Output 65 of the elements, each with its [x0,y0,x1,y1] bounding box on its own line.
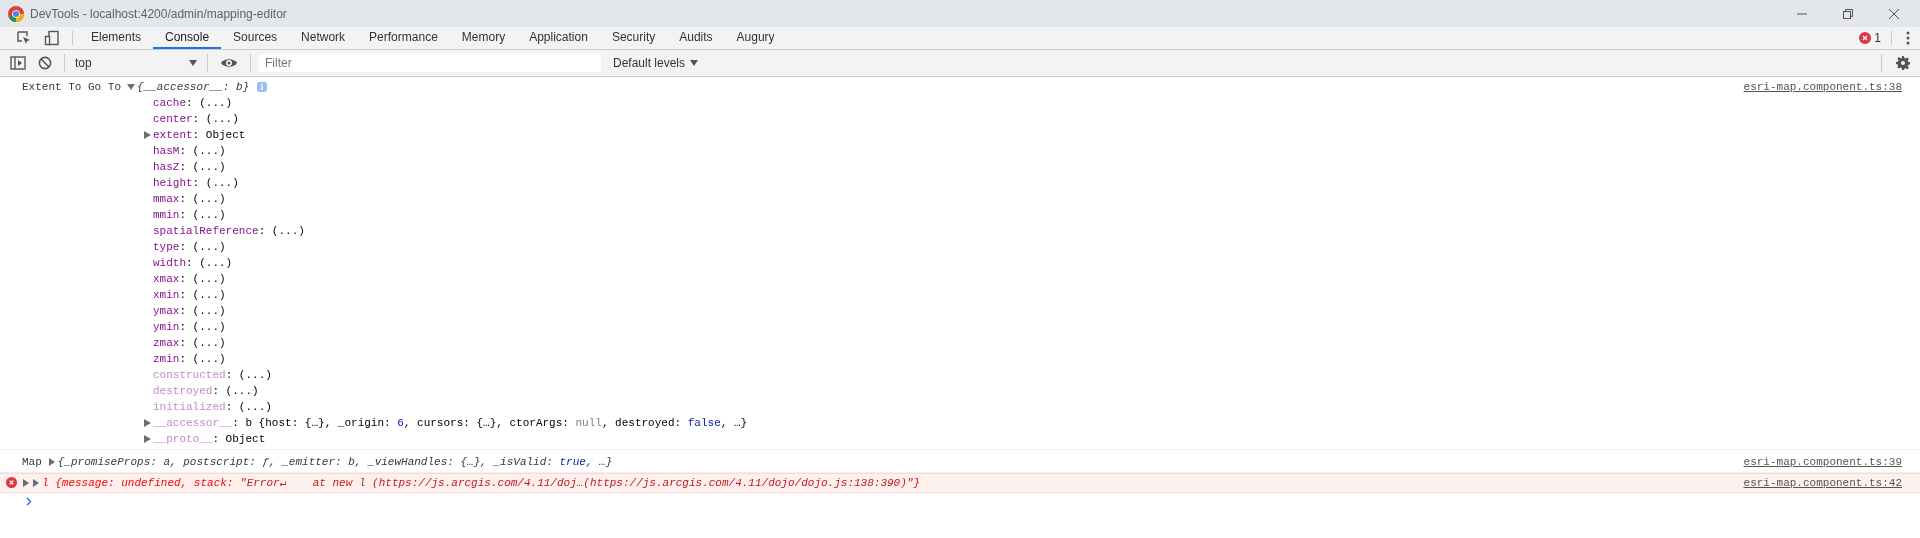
log-levels-dropdown[interactable]: Default levels [607,50,705,76]
object-property: height: (...) [153,176,239,191]
panel-tab[interactable]: Performance [357,27,450,49]
object-property: cache: (...) [153,96,233,111]
console-message-label: Extent To Go To [22,80,122,95]
object-property: hasM: (...) [153,144,226,159]
object-property: spatialReference: (...) [153,224,305,239]
sidebar-toggle-icon[interactable] [10,56,26,70]
clear-console-icon[interactable] [38,56,52,70]
panel-tab[interactable]: Sources [221,27,290,49]
object-property: zmax: (...) [153,336,226,351]
object-property: hasZ: (...) [153,160,226,175]
object-property: xmax: (...) [153,272,226,287]
expand-triangle-icon[interactable] [32,479,40,487]
expand-triangle-icon[interactable] [22,479,30,487]
panel-tab[interactable]: Network [289,27,358,49]
error-icon [1859,32,1872,44]
source-link[interactable]: esri-map.component.ts:38 [1743,79,1920,447]
panel-tab[interactable]: Application [517,27,600,49]
object-property: zmin: (...) [153,352,226,367]
expand-triangle-icon[interactable] [144,131,151,139]
panel-tab[interactable]: Audits [667,27,725,49]
caret-icon [690,60,699,66]
object-preview[interactable]: l {message: undefined, stack: "Error↵ at new l (https://js.arcgis.com/4.11/doj…(https://js.arcgis.com/4.11/dojo/dojo.js:138:390)"} [42,475,920,491]
error-icon [5,477,17,488]
object-property: mmax: (...) [153,192,226,207]
source-link[interactable]: esri-map.component.ts:39 [1743,454,1920,470]
object-property: center: (...) [153,112,239,127]
object-preview[interactable]: {__accessor__: b} [137,79,250,95]
object-property: mmin: (...) [153,208,226,223]
source-link[interactable]: esri-map.component.ts:42 [1743,475,1920,491]
object-property: initialized: (...) [153,400,272,415]
panel-tab[interactable]: Augury [724,27,787,49]
window-title: DevTools - localhost:4200/admin/mapping-editor [30,6,287,21]
device-toolbar-icon[interactable] [44,30,60,46]
context-select[interactable]: top [71,50,201,76]
prompt-chevron-icon[interactable] [26,497,32,506]
inspect-element-icon[interactable] [16,30,32,46]
panel-tab[interactable]: Security [599,27,668,49]
info-icon [257,82,268,92]
object-property: xmin: (...) [153,288,226,303]
object-property: ymax: (...) [153,304,226,319]
object-preview[interactable]: {_promiseProps: a, postscript: ƒ, _emitter: b, _viewHandles: {…}, _isValid: true, …} [57,454,613,470]
expand-triangle-icon[interactable] [47,458,56,466]
panel-tab[interactable]: Memory [449,27,518,49]
browser-logo-icon [8,5,24,22]
expand-triangle-icon[interactable] [127,83,136,91]
error-count[interactable]: 1 [1874,31,1881,45]
close-icon[interactable] [1888,7,1900,20]
eye-icon[interactable] [220,57,238,69]
object-property: destroyed: (...) [153,384,259,399]
object-property: width: (...) [153,256,233,271]
object-property: type: (...) [153,240,226,255]
restore-icon[interactable] [1842,7,1854,20]
more-menu-icon[interactable] [1906,31,1910,45]
object-property: ymin: (...) [153,320,226,335]
console-message-label: Map [22,455,42,470]
panel-tab[interactable]: Elements [79,27,154,49]
object-property: extent: Object [153,128,246,143]
settings-icon[interactable] [1896,56,1910,70]
object-property: constructed: (...) [153,368,272,383]
object-property: __proto__: Object [153,432,266,447]
object-property: __accessor__: b {host: {…}, _origin: 6, cursors: {…}, ctorArgs: null, destroyed: false, …} [153,416,748,431]
caret-icon [189,60,197,66]
filter-field[interactable]: Filter [259,54,601,72]
